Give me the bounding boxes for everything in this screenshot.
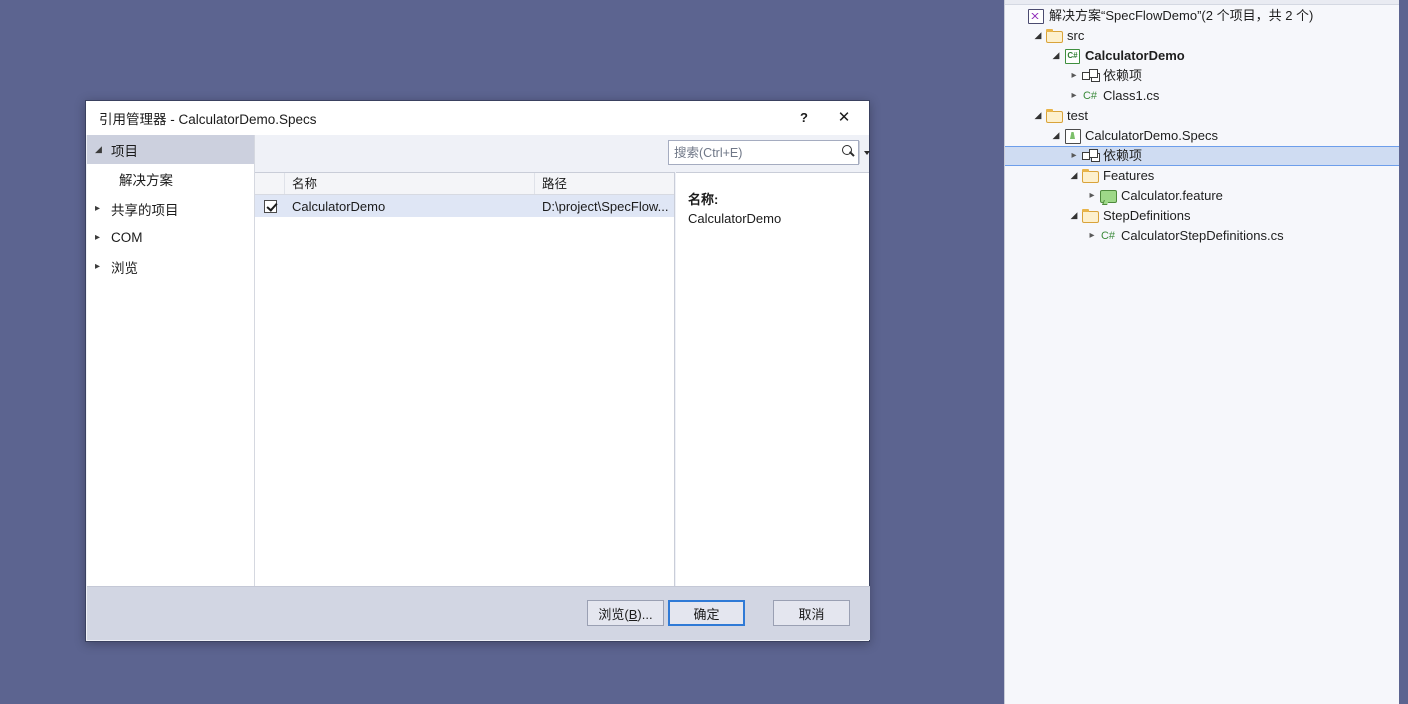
tree-row[interactable]: 依赖项 — [1005, 146, 1400, 166]
close-icon[interactable]: ✕ — [833, 108, 855, 128]
detail-name-label: 名称: — [688, 192, 719, 207]
tree-row[interactable]: 依赖项 — [1005, 66, 1400, 86]
help-icon[interactable]: ? — [793, 108, 815, 128]
tree-row[interactable]: test — [1005, 106, 1400, 126]
dialog-title: 引用管理器 - CalculatorDemo.Specs — [99, 112, 317, 127]
tree-row[interactable]: CalculatorStepDefinitions.cs — [1005, 226, 1400, 246]
cancel-button[interactable]: 取消 — [773, 600, 850, 626]
nav-item-label: 浏览 — [111, 260, 138, 276]
tree-row[interactable]: Class1.cs — [1005, 86, 1400, 106]
folder-icon — [1045, 28, 1063, 44]
collapse-arrow-icon[interactable] — [1031, 26, 1045, 47]
collapse-arrow-icon[interactable] — [1049, 126, 1063, 147]
browse-label-post: )... — [637, 606, 653, 622]
browse-button[interactable]: 浏览(B)... — [587, 600, 664, 626]
nav-item-com[interactable]: COM — [87, 223, 254, 252]
dialog-titlebar: 引用管理器 - CalculatorDemo.Specs ? ✕ — [86, 101, 869, 135]
tree-row-label: CalculatorDemo — [1085, 48, 1185, 63]
search-area — [255, 135, 870, 172]
reference-list-panel: 名称 路径 CalculatorDemo D:\project\SpecFlow.… — [255, 172, 675, 605]
test-project-icon — [1063, 128, 1081, 144]
csharp-file-icon — [1099, 228, 1117, 244]
row-name-cell: CalculatorDemo — [292, 198, 386, 214]
solution-explorer-top-strip — [1005, 0, 1408, 5]
collapse-arrow-icon[interactable] — [1067, 166, 1081, 187]
search-box[interactable] — [668, 140, 870, 165]
tree-row-label: CalculatorStepDefinitions.cs — [1121, 228, 1284, 243]
detail-name-value: CalculatorDemo — [688, 211, 782, 226]
column-header-checkbox[interactable] — [255, 173, 285, 194]
expand-arrow-icon[interactable] — [1067, 66, 1081, 86]
nav-item-browse[interactable]: 浏览 — [87, 252, 254, 281]
solution-tree[interactable]: 解决方案“SpecFlowDemo”(2 个项目，共 2 个)srcCalcul… — [1005, 6, 1400, 246]
expand-arrow-icon[interactable] — [1085, 186, 1099, 206]
tree-row-label: CalculatorDemo.Specs — [1085, 128, 1218, 143]
table-row[interactable]: CalculatorDemo D:\project\SpecFlow... — [255, 195, 674, 217]
tree-row-label: 解决方案“SpecFlowDemo”(2 个项目，共 2 个) — [1049, 8, 1314, 23]
dialog-body: 项目解决方案共享的项目 COM 浏览 名称 路径 CalculatorDemo D:\… — [86, 135, 870, 605]
nav-item-label: 项目 — [111, 143, 138, 159]
ok-button[interactable]: 确定 — [668, 600, 745, 626]
list-rows: CalculatorDemo D:\project\SpecFlow... — [255, 195, 674, 217]
tree-row-label: src — [1067, 28, 1085, 43]
dialog-category-nav[interactable]: 项目解决方案共享的项目 COM 浏览 — [87, 135, 255, 605]
details-panel: 名称: CalculatorDemo — [676, 172, 869, 605]
solution-explorer-right-edge — [1399, 0, 1408, 704]
column-header-path[interactable]: 路径 — [535, 173, 674, 194]
nav-item-label: 共享的项目 — [111, 202, 179, 218]
dependencies-icon — [1081, 148, 1099, 164]
folder-icon — [1081, 168, 1099, 184]
nav-item-label: COM — [111, 230, 143, 245]
expand-arrow-icon[interactable] — [95, 261, 111, 272]
collapse-arrow-icon[interactable] — [1067, 206, 1081, 227]
tree-row[interactable]: Features — [1005, 166, 1400, 186]
collapse-arrow-icon[interactable] — [1031, 106, 1045, 127]
collapse-arrow-icon[interactable] — [1049, 46, 1063, 67]
tree-row-label: Calculator.feature — [1121, 188, 1223, 203]
search-icon[interactable] — [837, 141, 859, 164]
solution-explorer-panel: 解决方案“SpecFlowDemo”(2 个项目，共 2 个)srcCalcul… — [1004, 0, 1408, 704]
expand-arrow-icon[interactable] — [1067, 86, 1081, 106]
tree-row-label: 依赖项 — [1103, 148, 1143, 163]
chevron-down-icon[interactable] — [859, 141, 873, 164]
tree-row-label: StepDefinitions — [1103, 208, 1191, 223]
tree-row[interactable]: 解决方案“SpecFlowDemo”(2 个项目，共 2 个) — [1005, 6, 1400, 26]
solution-icon — [1027, 8, 1045, 24]
list-header: 名称 路径 — [255, 173, 674, 195]
tree-row[interactable]: CalculatorDemo — [1005, 46, 1400, 66]
expand-arrow-icon[interactable] — [95, 232, 111, 243]
csharp-file-icon — [1081, 88, 1099, 104]
column-header-name[interactable]: 名称 — [285, 173, 535, 194]
checkbox-icon[interactable] — [263, 199, 277, 213]
nav-subitem-solution[interactable]: 解决方案 — [87, 164, 254, 194]
tree-row-label: Class1.cs — [1103, 88, 1160, 103]
nav-item-shared-projects[interactable]: 共享的项目 — [87, 194, 254, 223]
tree-row-label: Features — [1103, 168, 1155, 183]
nav-item-projects[interactable]: 项目 — [87, 135, 254, 164]
tree-row[interactable]: src — [1005, 26, 1400, 46]
expand-arrow-icon[interactable] — [1067, 146, 1081, 166]
csharp-project-icon — [1063, 48, 1081, 64]
tree-row[interactable]: StepDefinitions — [1005, 206, 1400, 226]
feature-file-icon — [1099, 188, 1117, 204]
tree-row-label: test — [1067, 108, 1088, 123]
folder-icon — [1081, 208, 1099, 224]
folder-icon — [1045, 108, 1063, 124]
row-path-cell: D:\project\SpecFlow... — [542, 198, 669, 214]
dialog-content: 名称 路径 CalculatorDemo D:\project\SpecFlow.… — [255, 135, 870, 605]
nav-subitem-label: 解决方案 — [119, 173, 173, 188]
row-checkbox-cell[interactable] — [255, 199, 285, 213]
tree-row-label: 依赖项 — [1103, 68, 1143, 83]
tree-row[interactable]: Calculator.feature — [1005, 186, 1400, 206]
browse-label-pre: 浏览( — [598, 606, 629, 622]
collapse-arrow-icon[interactable] — [95, 144, 111, 155]
search-input[interactable] — [669, 144, 837, 161]
dialog-footer: 浏览(B)... 确定 取消 — [87, 586, 870, 640]
dependencies-icon — [1081, 68, 1099, 84]
expand-arrow-icon[interactable] — [95, 203, 111, 214]
tree-row[interactable]: CalculatorDemo.Specs — [1005, 126, 1400, 146]
reference-manager-dialog: 引用管理器 - CalculatorDemo.Specs ? ✕ 项目解决方案共… — [85, 100, 870, 642]
expand-arrow-icon[interactable] — [1085, 226, 1099, 246]
